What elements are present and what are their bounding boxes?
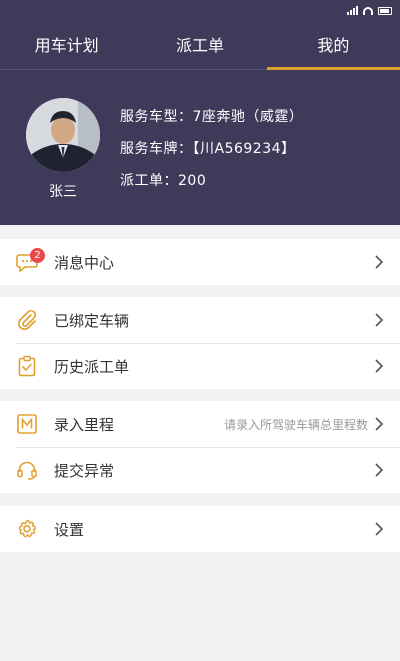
- avatar[interactable]: [26, 98, 100, 172]
- menu-item-label: 消息中心: [54, 253, 115, 272]
- paperclip-icon: [18, 309, 37, 330]
- tab-vehicle-plan[interactable]: 用车计划: [0, 26, 133, 69]
- menu-group-settings: 设置: [0, 506, 400, 552]
- chevron-right-icon: [375, 359, 384, 373]
- chevron-right-icon: [375, 463, 384, 477]
- user-name: 张三: [49, 184, 77, 200]
- menu-item-label: 已绑定车辆: [54, 311, 130, 330]
- menu-item-settings[interactable]: 设置: [0, 506, 400, 552]
- order-count: 派工单：200: [120, 173, 207, 189]
- menu-item-history-orders[interactable]: 历史派工单: [0, 343, 400, 389]
- menu-item-label: 录入里程: [54, 415, 115, 434]
- menu-item-label: 历史派工单: [54, 357, 130, 376]
- gear-icon: [18, 519, 36, 538]
- battery-icon: [378, 7, 392, 15]
- menu-item-messages[interactable]: 2 消息中心: [0, 239, 400, 285]
- message-count-badge: 2: [30, 248, 45, 263]
- menu-item-label: 提交异常: [54, 461, 115, 480]
- clipboard-check-icon: [18, 355, 36, 377]
- mileage-hint: 请录入所驾驶车辆总里程数: [223, 417, 368, 432]
- menu-item-report-exception[interactable]: 提交异常: [0, 447, 400, 493]
- menu-item-label: 设置: [54, 520, 85, 539]
- chevron-right-icon: [375, 417, 384, 431]
- wifi-icon: [363, 7, 373, 15]
- menu-group-vehicle: 已绑定车辆 历史派工单: [0, 297, 400, 389]
- profile-header: 用车计划 派工单 我的 张三 服务车型：7座奔驰（威霆） 服务车牌：【川A569…: [0, 0, 400, 225]
- tab-mine[interactable]: 我的: [266, 26, 400, 70]
- chevron-right-icon: [375, 255, 384, 269]
- chevron-right-icon: [375, 313, 384, 327]
- chevron-right-icon: [375, 522, 384, 536]
- headset-icon: [17, 461, 37, 480]
- service-plate: 服务车牌：【川A569234】: [120, 141, 296, 157]
- tab-dispatch-orders[interactable]: 派工单: [133, 26, 266, 69]
- m-box-icon: [17, 414, 37, 434]
- menu-group-messages: 2 消息中心: [0, 239, 400, 285]
- signal-icon: [347, 6, 358, 15]
- status-bar: [0, 0, 400, 22]
- tab-bar: 用车计划 派工单 我的: [0, 26, 400, 70]
- menu-group-operations: 录入里程 请录入所驾驶车辆总里程数 提交异常: [0, 401, 400, 493]
- menu-item-bound-vehicle[interactable]: 已绑定车辆: [0, 297, 400, 343]
- service-vehicle-type: 服务车型：7座奔驰（威霆）: [120, 109, 304, 125]
- menu-item-mileage[interactable]: 录入里程 请录入所驾驶车辆总里程数: [0, 401, 400, 447]
